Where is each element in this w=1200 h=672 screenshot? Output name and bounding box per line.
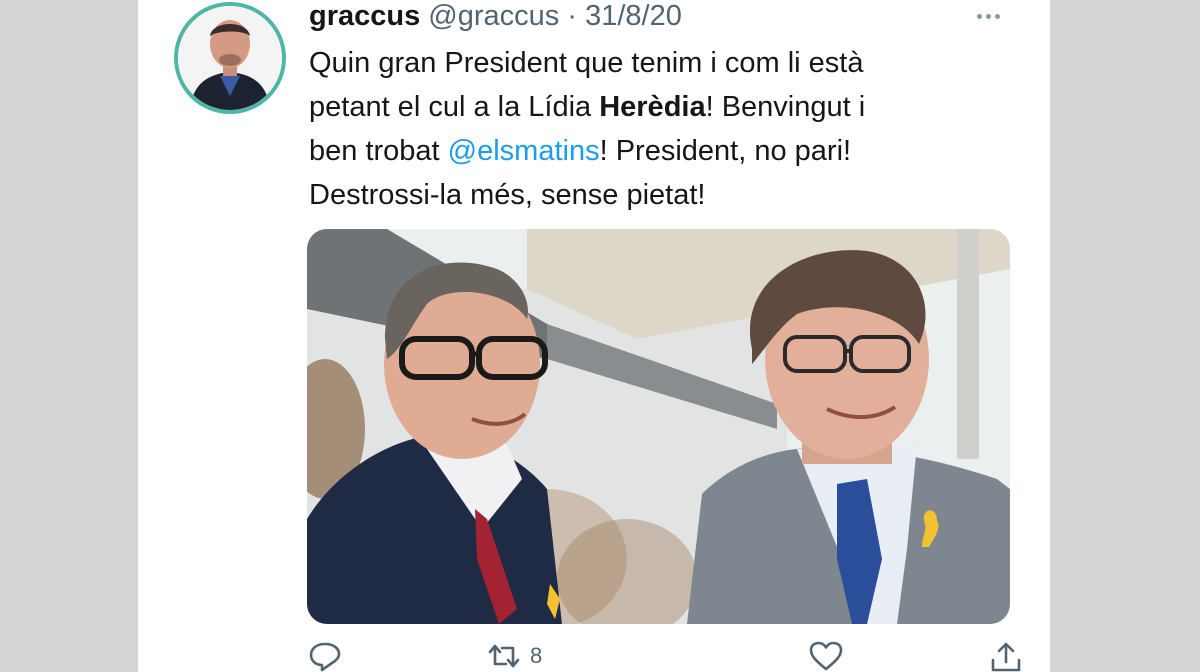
tweet-actions: 8 <box>308 640 1021 672</box>
reply-button[interactable] <box>308 640 342 672</box>
tweet-line-1: Quin gran President que tenim i com li e… <box>309 47 864 79</box>
tweet-text-segment: ! Benvingut i <box>705 91 866 123</box>
tweet-date[interactable]: 31/8/20 <box>585 0 682 32</box>
more-options-icon[interactable] <box>968 6 1008 26</box>
tweet-line-4: Destrossi-la més, sense pietat! <box>309 179 706 211</box>
tweet-header: graccus @graccus · 31/8/20 <box>309 0 682 32</box>
highlighted-term: Herèdia <box>599 91 706 123</box>
separator-dot: · <box>567 0 578 32</box>
tweet-text-segment: ! President, no pari! <box>599 135 852 167</box>
retweet-count: 8 <box>530 643 543 668</box>
tweet-photo[interactable] <box>307 229 1010 624</box>
reply-icon <box>309 642 341 672</box>
retweet-button[interactable]: 8 <box>484 640 542 672</box>
tweet-text: Quin gran President que tenim i com li e… <box>309 41 1009 217</box>
avatar[interactable] <box>174 2 286 114</box>
like-button[interactable] <box>808 640 844 672</box>
tweet-text-segment: ben trobat <box>309 135 448 167</box>
share-button[interactable] <box>988 640 1024 672</box>
photo-two-men <box>307 229 1010 624</box>
share-icon <box>991 642 1021 672</box>
tweet-line-2: petant el cul a la Lídia Herèdia! Benvin… <box>309 85 1009 129</box>
display-name[interactable]: graccus <box>309 0 420 32</box>
tweet-line-3: ben trobat @elsmatins! President, no par… <box>309 129 1009 173</box>
avatar-photo <box>178 6 282 110</box>
tweet-text-segment: petant el cul a la Lídia <box>309 91 600 123</box>
tweet-card[interactable]: graccus @graccus · 31/8/20 Quin gran Pre… <box>138 0 1050 672</box>
retweet-icon <box>488 644 520 668</box>
heart-icon <box>809 641 843 671</box>
mention-link[interactable]: @elsmatins <box>448 135 600 167</box>
user-handle[interactable]: @graccus <box>428 0 559 32</box>
